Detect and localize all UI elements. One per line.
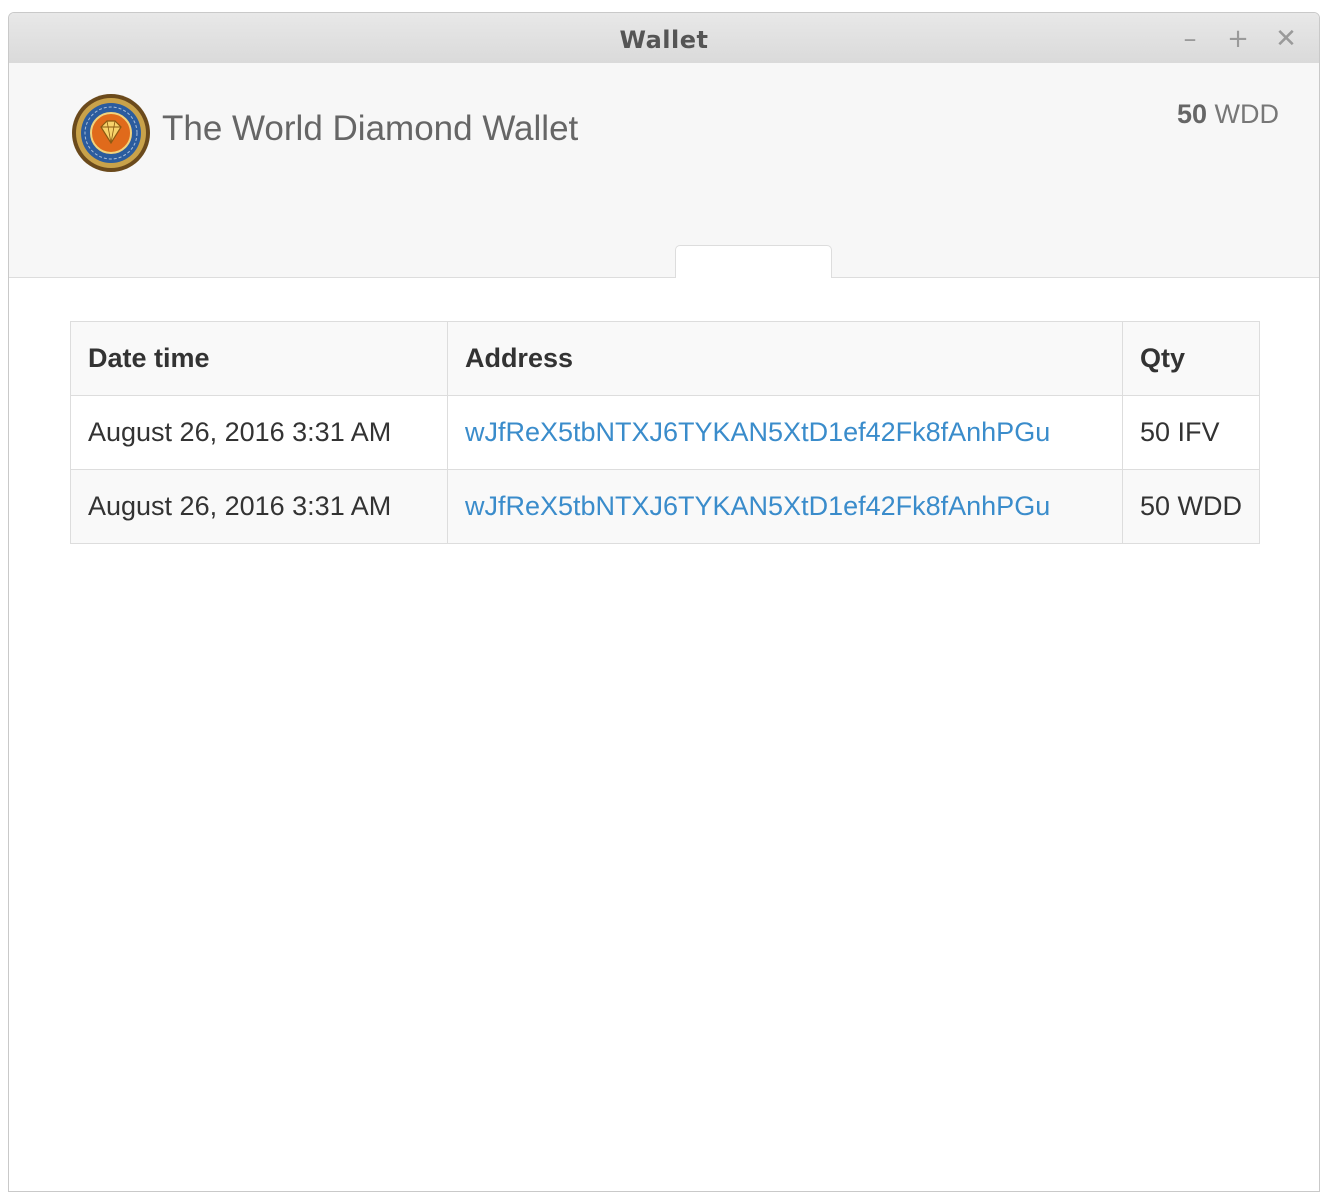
minimize-button[interactable]: – — [1177, 25, 1203, 53]
row-date: August 26, 2016 3:31 AM — [70, 395, 448, 470]
balance-amount: 50 — [1176, 99, 1208, 129]
column-header-address: Address — [446, 321, 1123, 396]
wallet-window: Wallet – + ✕ The World Diamond Wallet 50… — [8, 12, 1320, 1192]
titlebar[interactable]: Wallet – + ✕ — [9, 13, 1319, 64]
balance-unit: WDD — [1207, 99, 1279, 129]
app-title: The World Diamond Wallet — [162, 109, 579, 148]
close-button[interactable]: ✕ — [1273, 25, 1299, 53]
row-qty: 50 WDD — [1121, 469, 1261, 544]
balance-display: 50 WDD — [1177, 99, 1279, 130]
row-address-link[interactable]: wJfReX5tbNTXJ6TYKAN5XtD1ef42Fk8fAnhPGu — [446, 469, 1123, 544]
table-row: August 26, 2016 3:31 AM wJfReX5tbNTXJ6TY… — [70, 395, 1261, 470]
row-address-link[interactable]: wJfReX5tbNTXJ6TYKAN5XtD1ef42Fk8fAnhPGu — [446, 395, 1123, 470]
window-title: Wallet — [619, 26, 709, 54]
window-controls: – + ✕ — [1177, 25, 1299, 53]
table-header-row: Date time Address Qty — [70, 321, 1261, 396]
row-qty: 50 IFV — [1121, 395, 1261, 470]
world-diamond-emblem-icon — [72, 94, 150, 172]
table-row: August 26, 2016 3:31 AM wJfReX5tbNTXJ6TY… — [70, 469, 1261, 544]
history-table: Date time Address Qty August 26, 2016 3:… — [70, 321, 1261, 544]
column-header-qty: Qty — [1121, 321, 1261, 396]
history-panel: Date time Address Qty August 26, 2016 3:… — [9, 278, 1319, 1191]
row-date: August 26, 2016 3:31 AM — [70, 469, 448, 544]
app-header: The World Diamond Wallet 50 WDD My Addre… — [9, 63, 1319, 330]
maximize-button[interactable]: + — [1225, 25, 1251, 53]
column-header-date-time: Date time — [70, 321, 448, 396]
